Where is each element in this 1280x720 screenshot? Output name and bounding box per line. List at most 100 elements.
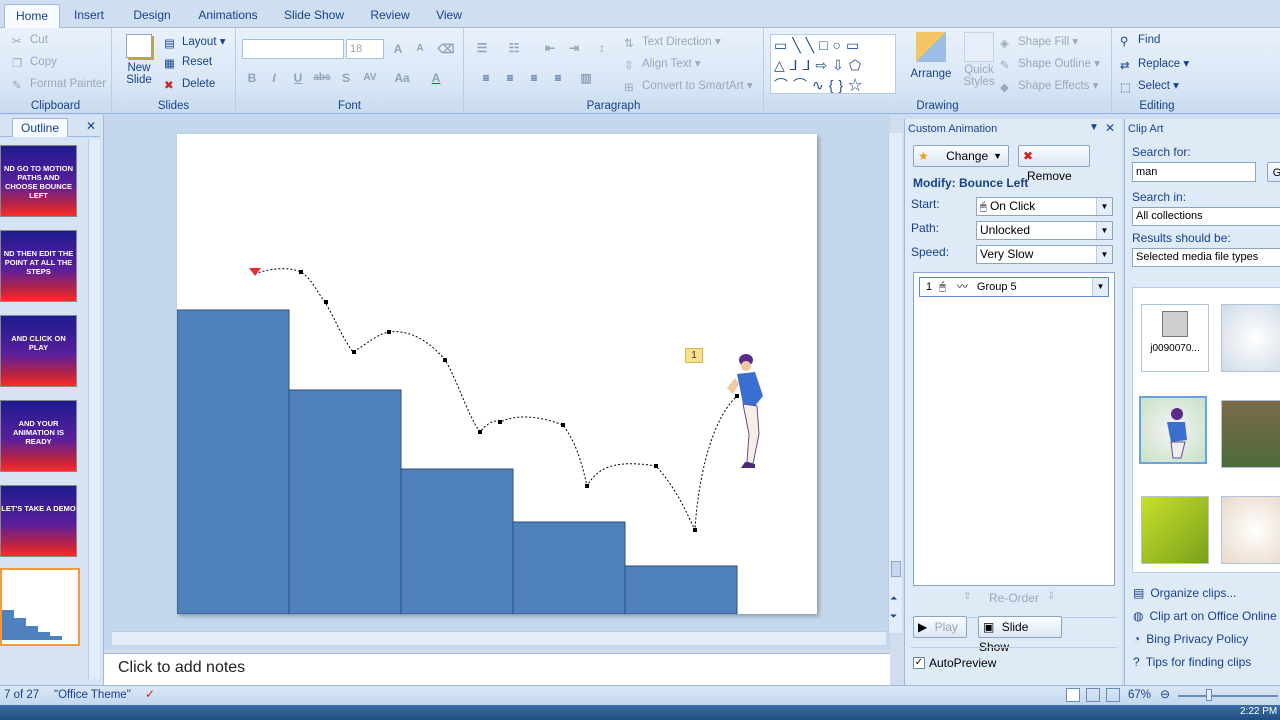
tab-home[interactable]: Home: [4, 4, 60, 28]
align-left-button[interactable]: ≡: [476, 68, 496, 88]
copy-button[interactable]: ❐ Copy: [12, 56, 57, 70]
convert-smartart-button[interactable]: ⊞ Convert to SmartArt ▾: [624, 78, 753, 94]
slide-thumbnail[interactable]: AND YOUR ANIMATION IS READY: [0, 400, 77, 472]
close-pane-icon[interactable]: ✕: [1105, 121, 1115, 135]
underline-button[interactable]: U: [288, 68, 308, 88]
tab-slide-show[interactable]: Slide Show: [278, 4, 350, 28]
step-4[interactable]: [512, 521, 626, 615]
increase-indent-button[interactable]: ⇥: [564, 38, 584, 58]
slide-canvas[interactable]: 1: [176, 134, 817, 615]
slide-thumbnail-selected[interactable]: [0, 568, 80, 646]
cut-button[interactable]: ✂ Cut: [12, 34, 48, 48]
select-button[interactable]: ⬚ Select ▾: [1120, 78, 1179, 94]
slide-horizontal-scrollbar[interactable]: [112, 631, 886, 645]
step-2[interactable]: [288, 389, 402, 615]
clip-result-selected[interactable]: [1139, 396, 1207, 464]
slide-show-button[interactable]: ▣ Slide Show: [978, 616, 1062, 654]
outline-tab[interactable]: Outline: [12, 118, 68, 137]
play-button[interactable]: ▶ Play: [913, 616, 967, 638]
quick-styles-button[interactable]: Quick Styles: [956, 32, 1002, 88]
decrease-indent-button[interactable]: ⇤: [540, 38, 560, 58]
format-painter-button[interactable]: ✎ Format Painter: [12, 78, 106, 92]
arrange-button[interactable]: Arrange: [908, 32, 954, 80]
next-slide-icon[interactable]: ⏷: [890, 611, 897, 622]
close-pane-icon[interactable]: ✕: [86, 119, 96, 133]
align-right-button[interactable]: ≡: [524, 68, 544, 88]
remove-effect-button[interactable]: ✖ Remove: [1018, 145, 1090, 183]
clip-result[interactable]: [1221, 400, 1280, 468]
slide-thumbnail[interactable]: AND CLICK ON PLAY: [0, 315, 77, 387]
outline-scrollbar[interactable]: [88, 139, 100, 679]
delete-button[interactable]: ✖ Delete: [164, 78, 215, 92]
replace-button[interactable]: ⇄ Replace ▾: [1120, 56, 1189, 72]
bullets-button[interactable]: ☰: [472, 38, 492, 58]
step-5[interactable]: [624, 565, 738, 615]
slide-thumbnail[interactable]: LET'S TAKE A DEMO: [0, 485, 77, 557]
tab-review[interactable]: Review: [362, 4, 418, 28]
layout-button[interactable]: ▤ Layout ▾: [164, 34, 226, 50]
previous-slide-icon[interactable]: ⏶: [890, 593, 897, 604]
clip-art-online-link[interactable]: ◍ Clip art on Office Online: [1133, 609, 1277, 623]
tab-design[interactable]: Design: [124, 4, 180, 28]
slideshow-view-icon[interactable]: [1106, 688, 1120, 702]
pane-menu-icon[interactable]: ▼: [1089, 122, 1099, 133]
animation-list-item[interactable]: 1 🖱 〰 Group 5 ▼: [919, 277, 1109, 297]
start-dropdown[interactable]: 🖱 On Click ▼: [976, 197, 1113, 216]
change-case-button[interactable]: Aa: [392, 68, 412, 88]
find-button[interactable]: ⚲ Find: [1120, 34, 1160, 48]
font-name-combo[interactable]: [242, 39, 344, 59]
shape-fill-button[interactable]: ◈ Shape Fill ▾: [1000, 34, 1078, 50]
organize-clips-link[interactable]: ▤ Organize clips...: [1133, 586, 1236, 600]
step-3[interactable]: [400, 468, 514, 615]
tab-view[interactable]: View: [428, 4, 470, 28]
search-in-dropdown[interactable]: All collections: [1132, 207, 1280, 226]
grow-font-button[interactable]: A: [388, 39, 408, 59]
zoom-slider[interactable]: [1178, 695, 1278, 697]
reset-button[interactable]: ▦ Reset: [164, 56, 212, 70]
slide-vertical-scrollbar[interactable]: ⏶ ⏷: [888, 133, 902, 633]
autopreview-checkbox[interactable]: ✓: [913, 657, 925, 669]
move-down-icon[interactable]: ⇩: [1047, 591, 1063, 605]
slide-thumbnail[interactable]: ND THEN EDIT THE POINT AT ALL THE STEPS: [0, 230, 77, 302]
font-color-button[interactable]: A: [426, 68, 446, 88]
tab-insert[interactable]: Insert: [66, 4, 112, 28]
zoom-level[interactable]: 67%: [1128, 689, 1151, 701]
font-size-combo[interactable]: 18: [346, 39, 384, 59]
animation-list[interactable]: 1 🖱 〰 Group 5 ▼: [913, 272, 1115, 586]
strikethrough-button[interactable]: abc: [312, 68, 332, 88]
text-direction-button[interactable]: ⇅ Text Direction ▾: [624, 34, 721, 50]
clip-result[interactable]: [1221, 304, 1280, 372]
zoom-out-icon[interactable]: ⊖: [1160, 687, 1170, 701]
shape-outline-button[interactable]: ✎ Shape Outline ▾: [1000, 56, 1100, 72]
bold-button[interactable]: B: [242, 68, 262, 88]
zoom-slider-thumb[interactable]: [1206, 689, 1212, 701]
align-text-button[interactable]: ⇳ Align Text ▾: [624, 56, 701, 72]
clear-format-button[interactable]: ⌫: [436, 39, 456, 59]
results-dropdown[interactable]: Selected media file types: [1132, 248, 1280, 267]
path-dropdown[interactable]: Unlocked ▼: [976, 221, 1113, 240]
columns-button[interactable]: ▥: [576, 68, 596, 88]
align-center-button[interactable]: ≡: [500, 68, 520, 88]
numbering-button[interactable]: ☷: [504, 38, 524, 58]
search-input[interactable]: man: [1132, 162, 1256, 182]
shrink-font-button[interactable]: A: [410, 39, 430, 59]
clip-result[interactable]: [1221, 496, 1280, 564]
clip-result[interactable]: [1141, 496, 1209, 564]
shapes-gallery[interactable]: ▭╲╲□○▭ △⅃⅃⇨⇩⬠ ⌒⌒∿{}☆: [770, 34, 896, 94]
animation-order-tag[interactable]: 1: [685, 348, 703, 363]
italic-button[interactable]: I: [264, 68, 284, 88]
scroll-thumb[interactable]: [891, 561, 901, 577]
notes-pane[interactable]: Click to add notes: [104, 653, 890, 685]
char-spacing-button[interactable]: AV: [360, 68, 380, 88]
normal-view-icon[interactable]: [1066, 688, 1080, 702]
change-effect-button[interactable]: ★ Change ▼: [913, 145, 1009, 167]
line-spacing-button[interactable]: ↕: [592, 38, 612, 58]
slide-thumbnail[interactable]: ND GO TO MOTION PATHS AND CHOOSE BOUNCE …: [0, 145, 77, 217]
slide-sorter-icon[interactable]: [1086, 688, 1100, 702]
tips-link[interactable]: ? Tips for finding clips: [1133, 655, 1251, 669]
new-slide-button[interactable]: New Slide: [122, 32, 156, 92]
shape-effects-button[interactable]: ◆ Shape Effects ▾: [1000, 78, 1098, 94]
go-button[interactable]: G: [1267, 162, 1280, 182]
spelling-icon[interactable]: ✓: [145, 687, 155, 701]
speed-dropdown[interactable]: Very Slow ▼: [976, 245, 1113, 264]
